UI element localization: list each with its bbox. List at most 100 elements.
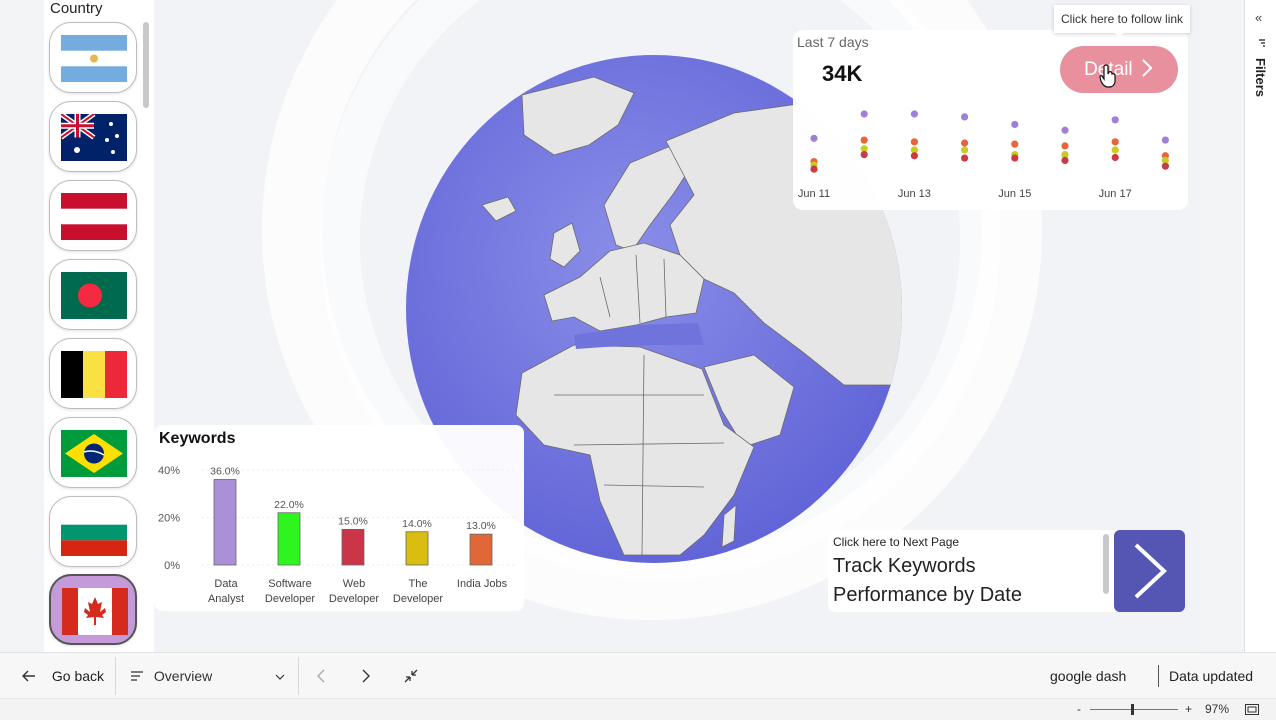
brazil-flag-icon bbox=[61, 430, 127, 477]
y-tick-label: 0% bbox=[164, 560, 180, 572]
bar[interactable] bbox=[341, 528, 365, 566]
collapse-arrows-icon bbox=[404, 669, 418, 683]
data-label: 13.0% bbox=[466, 520, 496, 532]
data-point[interactable] bbox=[961, 154, 969, 162]
flag-brazil-button[interactable] bbox=[49, 417, 137, 488]
bar[interactable] bbox=[405, 531, 429, 566]
y-tick-label: 20% bbox=[158, 513, 180, 525]
flag-argentina-button[interactable] bbox=[49, 22, 137, 93]
go-back-button[interactable]: Go back bbox=[22, 653, 104, 699]
divider bbox=[1158, 665, 1159, 687]
zoom-out-button[interactable]: - bbox=[1077, 699, 1081, 720]
last-7-days-value: 34K bbox=[822, 61, 863, 86]
data-point[interactable] bbox=[910, 110, 918, 118]
chevron-left-icon bbox=[317, 669, 325, 683]
data-point[interactable] bbox=[1011, 154, 1019, 162]
data-point[interactable] bbox=[860, 136, 868, 144]
data-point[interactable] bbox=[961, 146, 969, 154]
filter-icon[interactable] bbox=[1258, 38, 1266, 48]
bulgaria-flag-icon bbox=[61, 509, 127, 556]
canvas-right-margin bbox=[1202, 0, 1244, 652]
data-point[interactable] bbox=[910, 152, 918, 160]
zoom-slider[interactable] bbox=[1090, 704, 1178, 715]
page-selector[interactable]: Overview bbox=[130, 653, 290, 699]
country-slicer-title: Country bbox=[50, 0, 103, 17]
data-label: 15.0% bbox=[338, 515, 368, 527]
data-point[interactable] bbox=[1111, 146, 1119, 154]
data-point[interactable] bbox=[860, 151, 868, 159]
next-page-scrollbar[interactable] bbox=[1103, 534, 1109, 594]
arrow-left-icon bbox=[22, 670, 35, 682]
data-label: 36.0% bbox=[210, 466, 240, 478]
flag-australia-button[interactable] bbox=[49, 101, 137, 172]
bottom-nav-bar: Go back Overview google dash Data update… bbox=[0, 652, 1276, 720]
data-point[interactable] bbox=[1111, 138, 1119, 146]
flag-bulgaria-button[interactable] bbox=[49, 496, 137, 567]
zoom-level: 97% bbox=[1205, 702, 1230, 716]
australia-flag-icon bbox=[61, 114, 127, 161]
data-point[interactable] bbox=[961, 139, 969, 147]
next-page-nav-button[interactable] bbox=[361, 653, 371, 699]
previous-page-button[interactable] bbox=[316, 653, 326, 699]
next-page-card[interactable]: Click here to Next Page Track Keywords P… bbox=[828, 530, 1185, 612]
canvas-left-margin bbox=[0, 0, 44, 652]
data-point[interactable] bbox=[1011, 120, 1019, 129]
last-7-days-title: Last 7 days bbox=[797, 34, 869, 50]
data-updated-text: Data updated 6... bbox=[1169, 668, 1254, 720]
report-name: google dash bbox=[1050, 668, 1127, 684]
collapse-filters-icon[interactable]: « bbox=[1255, 10, 1262, 25]
chevron-right-icon bbox=[1134, 543, 1167, 599]
belgium-flag-icon bbox=[61, 351, 127, 398]
detail-button[interactable]: Detail bbox=[1060, 46, 1178, 93]
data-point[interactable] bbox=[1011, 140, 1019, 148]
data-point[interactable] bbox=[1161, 136, 1169, 144]
data-point[interactable] bbox=[1111, 116, 1119, 124]
list-icon bbox=[131, 671, 143, 681]
next-page-button[interactable] bbox=[1114, 530, 1185, 612]
x-tick-label: Jun 17 bbox=[1099, 188, 1132, 200]
zoom-in-button[interactable]: + bbox=[1185, 699, 1192, 720]
fit-to-page-icon[interactable] bbox=[1245, 704, 1259, 715]
flag-belgium-button[interactable] bbox=[49, 338, 137, 409]
data-point[interactable] bbox=[810, 134, 818, 142]
x-tick-label: Software bbox=[268, 578, 311, 590]
tooltip-arrow bbox=[1113, 31, 1125, 38]
chevron-down-icon bbox=[275, 674, 285, 680]
flag-canada-button[interactable] bbox=[49, 574, 137, 645]
x-tick-label: Developer bbox=[393, 593, 443, 605]
data-point[interactable] bbox=[1111, 153, 1119, 162]
last-7-days-card: Last 7 days 34K Jun 11 Jun 13 Jun 15 Jun 17… bbox=[793, 30, 1188, 210]
data-point[interactable] bbox=[1061, 126, 1069, 134]
divider bbox=[115, 657, 116, 695]
filters-pane: « Filters bbox=[1244, 0, 1276, 652]
data-point[interactable] bbox=[910, 138, 918, 146]
bar[interactable] bbox=[277, 512, 301, 566]
argentina-flag-icon bbox=[61, 35, 127, 82]
canada-flag-icon bbox=[62, 588, 128, 635]
bar[interactable] bbox=[213, 479, 237, 566]
last-7-days-dot-chart: Jun 11 Jun 13 Jun 15 Jun 17 bbox=[798, 110, 1169, 200]
flag-austria-button[interactable] bbox=[49, 180, 137, 251]
page-selector-label: Overview bbox=[153, 668, 213, 684]
exit-fullscreen-button[interactable] bbox=[404, 653, 418, 699]
x-tick-label: Web bbox=[343, 578, 365, 590]
flag-bangladesh-button[interactable] bbox=[49, 259, 137, 330]
x-tick-label: Jun 11 bbox=[798, 188, 830, 200]
data-point[interactable] bbox=[961, 113, 969, 121]
x-tick-label: Developer bbox=[329, 593, 379, 605]
data-point[interactable] bbox=[1061, 156, 1069, 164]
bar[interactable] bbox=[469, 533, 493, 566]
keywords-title: Keywords bbox=[159, 430, 236, 447]
x-tick-label: India Jobs bbox=[457, 578, 508, 590]
status-bar: - + 97% bbox=[0, 698, 1276, 720]
data-point[interactable] bbox=[1061, 142, 1069, 150]
filters-label[interactable]: Filters bbox=[1253, 58, 1268, 97]
country-slicer-scrollbar[interactable] bbox=[143, 22, 149, 108]
follow-link-tooltip: Click here to follow link bbox=[1054, 5, 1191, 33]
data-point[interactable] bbox=[1161, 162, 1169, 170]
x-tick-label: Jun 13 bbox=[898, 188, 931, 200]
keywords-bar-chart: 0% 20% 40% 36.0% Data Analyst 22.0% Software Dev… bbox=[158, 465, 516, 605]
data-point[interactable] bbox=[860, 110, 868, 118]
zoom-slider-thumb[interactable] bbox=[1130, 704, 1134, 715]
data-point[interactable] bbox=[810, 165, 818, 173]
